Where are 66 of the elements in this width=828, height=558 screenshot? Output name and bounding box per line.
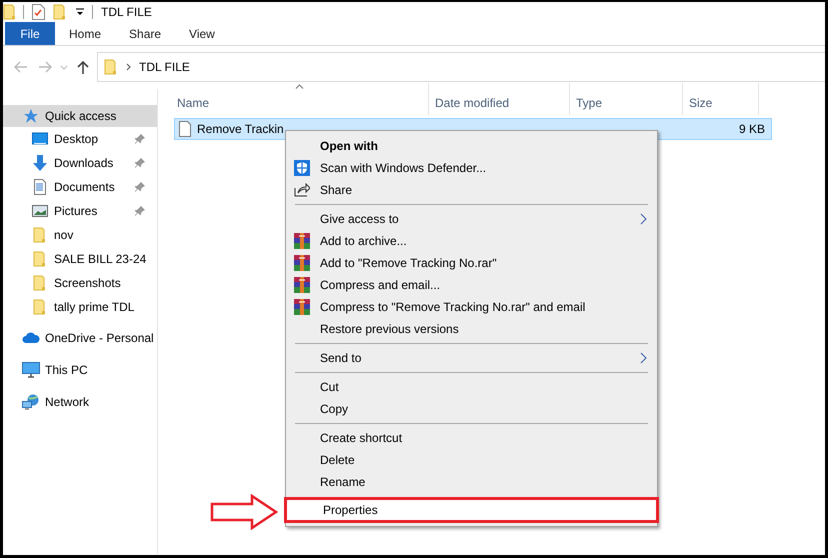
sidebar-item[interactable]: tally prime TDL xyxy=(3,295,157,319)
picture-icon xyxy=(32,205,48,217)
menu-item[interactable]: Restore previous versions xyxy=(288,318,655,340)
share-icon xyxy=(294,183,310,197)
new-folder-icon[interactable] xyxy=(52,4,68,20)
menu-item[interactable]: Copy xyxy=(288,398,655,420)
menu-item[interactable]: Cut xyxy=(288,376,655,398)
sidebar-item[interactable]: SALE BILL 23-24 xyxy=(3,247,157,271)
sidebar-item[interactable]: Desktop xyxy=(3,127,157,151)
star-icon xyxy=(23,108,39,124)
breadcrumb-chevron-icon xyxy=(126,63,131,71)
folder-icon xyxy=(33,227,47,243)
address-folder[interactable]: TDL FILE xyxy=(139,60,190,74)
column-header[interactable]: Date modified xyxy=(429,83,570,115)
folder-icon xyxy=(3,4,17,20)
archive-icon xyxy=(294,299,310,315)
pointer-arrow xyxy=(210,494,278,530)
document-icon xyxy=(34,179,46,195)
menu-item[interactable]: Send to xyxy=(288,347,655,369)
download-arrow-icon xyxy=(32,155,48,171)
sidebar-item[interactable]: Screenshots xyxy=(3,271,157,295)
ribbon-tab[interactable]: Home xyxy=(55,22,116,45)
folder-icon xyxy=(33,299,47,315)
sidebar-item[interactable]: nov xyxy=(3,223,157,247)
column-header[interactable]: Name xyxy=(174,83,429,115)
shield-icon xyxy=(294,160,310,176)
menu-item[interactable]: Compress to "Remove Tracking No.rar" and email xyxy=(288,296,655,318)
sidebar-item[interactable]: Downloads xyxy=(3,151,157,175)
menu-item[interactable]: Rename xyxy=(288,471,655,493)
sidebar-item[interactable]: OneDrive - Personal xyxy=(3,327,157,349)
dropdown-icon[interactable] xyxy=(74,8,86,16)
desktop-icon xyxy=(32,132,48,146)
archive-icon xyxy=(294,277,310,293)
archive-icon xyxy=(294,233,310,249)
menu-item[interactable]: Add to archive... xyxy=(288,230,655,252)
folder-icon xyxy=(33,275,47,291)
folder-icon xyxy=(104,59,118,75)
menu-item[interactable]: Create shortcut xyxy=(288,427,655,449)
window-title: TDL FILE xyxy=(101,5,152,19)
properties-quick-icon[interactable] xyxy=(30,4,46,20)
menu-item[interactable]: Share xyxy=(288,179,655,201)
cloud-icon xyxy=(22,332,40,344)
file-menu-button[interactable]: File xyxy=(5,22,55,45)
folder-icon xyxy=(33,251,47,267)
ribbon-tab[interactable]: Share xyxy=(115,22,176,45)
sidebar-item[interactable]: Pictures xyxy=(3,199,157,223)
column-header[interactable]: Size xyxy=(683,83,759,115)
sidebar-item[interactable]: Quick access xyxy=(3,105,157,127)
file-size: 9 KB xyxy=(738,122,766,136)
menu-item[interactable]: Properties xyxy=(284,497,659,523)
file-name: Remove Trackin xyxy=(197,122,284,136)
menu-item[interactable]: Give access to xyxy=(288,208,655,230)
menu-item[interactable]: Compress and email... xyxy=(288,274,655,296)
sidebar-item[interactable]: Documents xyxy=(3,175,157,199)
archive-icon xyxy=(294,255,310,271)
ribbon-tab[interactable]: View xyxy=(175,22,229,45)
sidebar-item[interactable]: Network xyxy=(3,391,157,413)
menu-item[interactable]: Add to "Remove Tracking No.rar" xyxy=(288,252,655,274)
network-icon xyxy=(22,394,40,410)
menu-item[interactable]: Delete xyxy=(288,449,655,471)
monitor-icon xyxy=(22,362,40,378)
menu-item[interactable]: Scan with Windows Defender... xyxy=(288,157,655,179)
column-header[interactable]: Type xyxy=(570,83,683,115)
address-bar[interactable]: TDL FILE xyxy=(97,52,825,82)
file-icon xyxy=(179,121,191,137)
sidebar-item[interactable]: This PC xyxy=(3,359,157,381)
